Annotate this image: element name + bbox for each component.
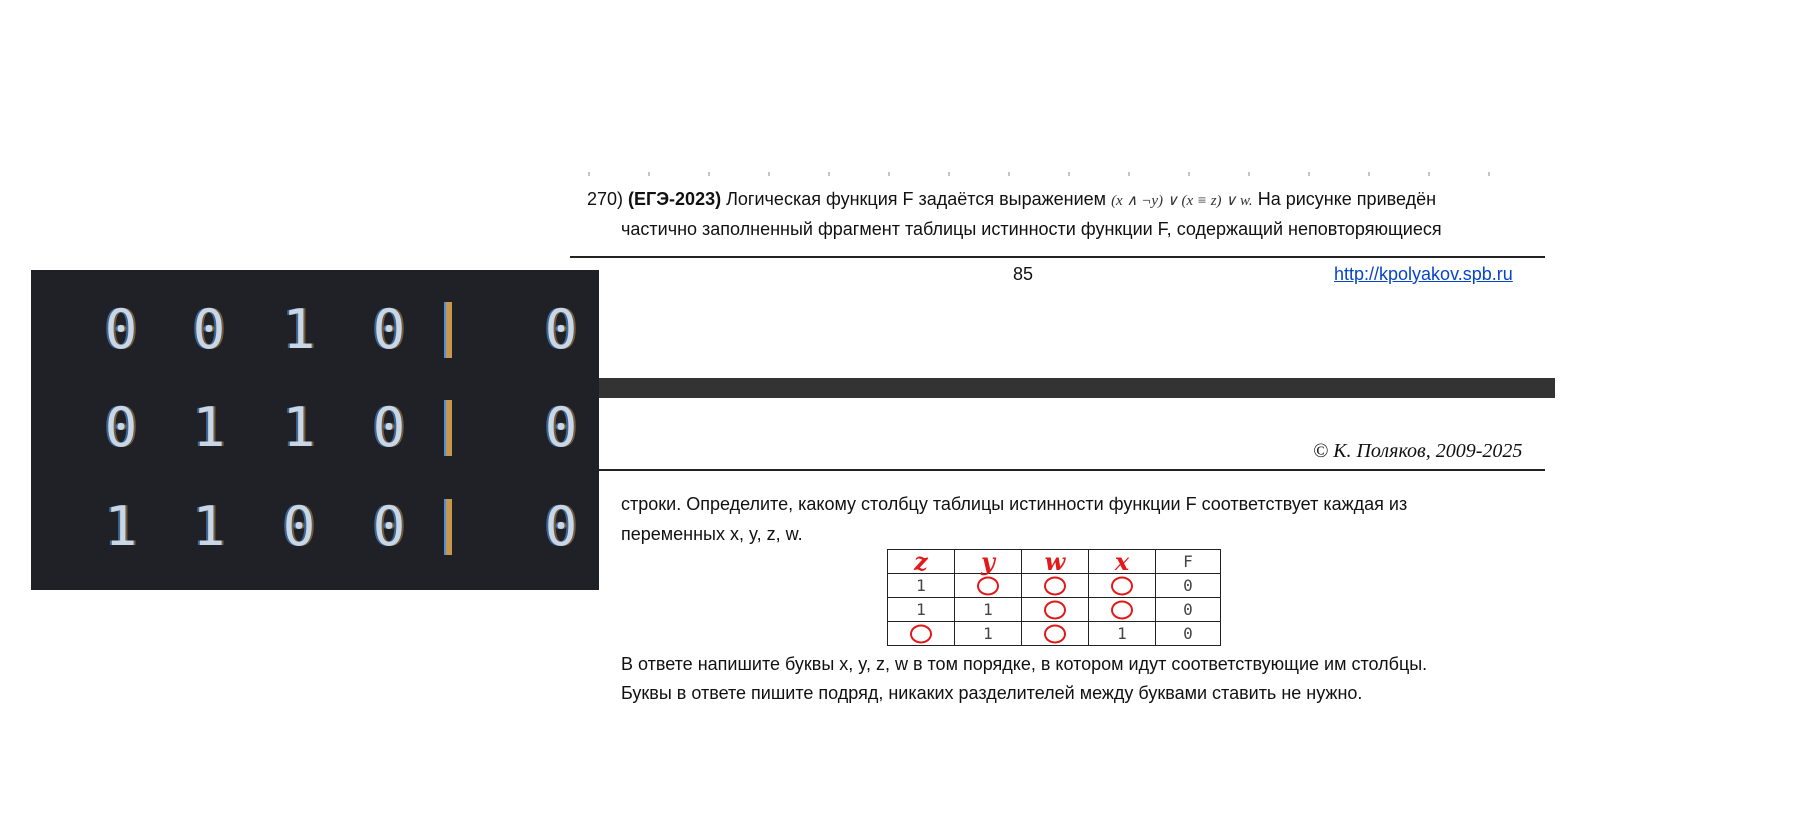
handwritten-zero	[910, 624, 932, 643]
answer-instruction-line-1: В ответе напишите буквы x, y, z, w в том…	[621, 654, 1428, 674]
page-separator-bar	[597, 378, 1555, 398]
handwritten-zero	[1111, 600, 1133, 619]
table-cell: 1	[954, 597, 1022, 622]
table-row: 1 1 0	[887, 597, 1221, 622]
table-row: 1 0	[887, 573, 1221, 598]
task-intro-tail: На рисунке приведён	[1257, 189, 1437, 209]
answer-instruction-line-2: Буквы в ответе пишите подряд, никаких ра…	[621, 683, 1363, 703]
handwritten-zero	[1044, 576, 1066, 595]
header-cell: x	[1088, 546, 1156, 576]
table-cell	[1088, 573, 1156, 598]
table-cell: 0	[1155, 597, 1221, 622]
terminal-separator	[446, 400, 452, 456]
copyright: © К. Поляков, 2009-2025	[1313, 440, 1523, 462]
handwritten-letter: z	[914, 546, 928, 576]
terminal-row: 0 1 1 0 0	[31, 378, 599, 478]
table-cell	[887, 621, 955, 646]
page-number: 85	[1013, 264, 1034, 284]
task-statement-line-2: частично заполненный фрагмент таблицы ис…	[621, 219, 1442, 239]
table-cell: 1	[954, 621, 1022, 646]
table-row: 1 1 0	[887, 621, 1221, 646]
terminal-row: 0 0 1 0 0	[31, 280, 599, 380]
table-cell: 0	[1155, 573, 1221, 598]
task-source: (ЕГЭ-2023)	[628, 189, 722, 209]
logic-expression: (x ∧ ¬y) ∨ (x ≡ z) ∨ w.	[1111, 193, 1253, 209]
terminal-value: 1	[192, 396, 226, 459]
handwritten-letter: y	[981, 546, 995, 576]
table-cell	[954, 573, 1022, 598]
header-cell: z	[887, 546, 955, 576]
table-cell	[1021, 573, 1089, 598]
task-statement-line-4: переменных x, y, z, w.	[621, 524, 803, 544]
table-cell: 1	[887, 573, 955, 598]
table-cell: 1	[1088, 621, 1156, 646]
site-link[interactable]: http://kpolyakov.spb.ru	[1334, 264, 1513, 285]
header-cell: y	[954, 546, 1022, 576]
cut-off-text-fragment	[588, 172, 1548, 176]
terminal-value: 0	[372, 495, 406, 558]
table-cell	[1088, 597, 1156, 622]
task-statement-line-1: 270) (ЕГЭ-2023) Логическая функция F зад…	[587, 187, 1436, 213]
task-number: 270)	[587, 189, 624, 209]
terminal-value: 1	[192, 495, 226, 558]
terminal-value: 1	[282, 298, 316, 361]
handwritten-zero	[1044, 600, 1066, 619]
table-cell	[1021, 621, 1089, 646]
header-cell: w	[1021, 546, 1089, 576]
handwritten-zero	[1111, 576, 1133, 595]
handwritten-letter: x	[1114, 546, 1130, 576]
terminal-value: 0	[372, 396, 406, 459]
terminal-value: 0	[192, 298, 226, 361]
terminal-separator	[446, 302, 452, 358]
terminal-value: 0	[104, 298, 138, 361]
table-cell: 1	[887, 597, 955, 622]
handwritten-letter: w	[1044, 546, 1066, 576]
page-header-rule	[597, 469, 1545, 471]
terminal-value: 0	[104, 396, 138, 459]
terminal-value: 0	[372, 298, 406, 361]
table-cell: 0	[1155, 621, 1221, 646]
terminal-result: 0	[544, 396, 578, 459]
table-cell	[1021, 597, 1089, 622]
terminal-value: 0	[282, 495, 316, 558]
header-cell-f: F	[1155, 549, 1221, 574]
terminal-row: 1 1 0 0 0	[31, 477, 599, 577]
terminal-separator	[446, 499, 452, 555]
truth-table-header-row: z y w x F	[887, 546, 1221, 576]
task-statement-line-3: строки. Определите, какому столбцу табли…	[621, 494, 1408, 514]
handwritten-zero	[977, 576, 999, 595]
truth-table: z y w x F 1 0 1 1 0 1 1 0	[887, 549, 1221, 646]
handwritten-zero	[1044, 624, 1066, 643]
task-intro: Логическая функция F задаётся выражением	[726, 189, 1107, 209]
terminal-value: 1	[104, 495, 138, 558]
terminal-result: 0	[544, 298, 578, 361]
terminal-result: 0	[544, 495, 578, 558]
page-footer-rule	[570, 256, 1545, 258]
terminal-value: 1	[282, 396, 316, 459]
terminal-output-panel: 0 0 1 0 0 0 1 1 0 0 1 1 0 0 0	[31, 270, 599, 590]
